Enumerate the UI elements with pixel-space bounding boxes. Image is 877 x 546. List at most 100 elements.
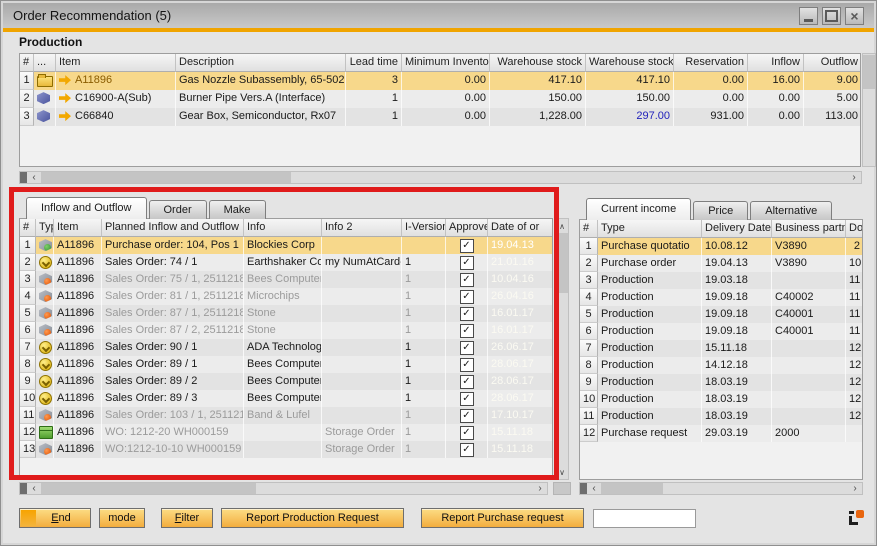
cell-description[interactable]: Gear Box, Semiconductor, Rx07 — [176, 108, 346, 126]
cell-type[interactable]: Production — [598, 289, 702, 306]
item-code[interactable]: C16900-A(Sub) — [75, 92, 151, 104]
cell-item[interactable]: A11896 — [56, 72, 176, 90]
cell-info2[interactable] — [322, 339, 402, 356]
cell-row-number[interactable]: 9 — [20, 373, 36, 390]
tab[interactable]: Inflow and Outflow — [26, 197, 147, 219]
cell-approved[interactable]: ✓ — [446, 305, 488, 322]
cell-approved[interactable]: ✓ — [446, 424, 488, 441]
tab[interactable]: Price — [693, 201, 748, 220]
cell-order-type[interactable] — [36, 305, 54, 322]
cell-info[interactable]: Bees Computers — [244, 390, 322, 407]
cell-approved[interactable]: ✓ — [446, 322, 488, 339]
scrollbar-thumb[interactable] — [601, 483, 663, 494]
cell-row-number[interactable]: 3 — [580, 272, 598, 289]
cell-i-version[interactable]: 1 — [402, 322, 446, 339]
scrollbar-anchor[interactable] — [580, 483, 587, 494]
cell-delivery-date[interactable]: 18.03.19 — [702, 374, 772, 391]
column-header-num[interactable]: # — [580, 220, 598, 238]
cell-row-number[interactable]: 5 — [20, 305, 36, 322]
cell-item[interactable]: A11896 — [54, 271, 102, 288]
cell-row-number[interactable]: 9 — [580, 374, 598, 391]
tab[interactable]: Order — [149, 200, 207, 219]
cell-info[interactable]: Bees Computers — [244, 271, 322, 288]
cell-delivery-date[interactable]: 19.09.18 — [702, 306, 772, 323]
cell-document[interactable]: 12 — [846, 391, 863, 408]
cell-row-number[interactable]: 1 — [20, 237, 36, 254]
production-table-row[interactable]: 2 C16900-A(Sub) Burner Pipe Vers.A (Inte… — [20, 90, 860, 108]
cell-reservation[interactable]: 931.00 — [674, 108, 748, 126]
column-header-outflow[interactable]: Outflow — [804, 54, 861, 72]
cell-row-number[interactable]: 13 — [20, 441, 36, 458]
current-income-row[interactable]: 9 Production 18.03.19 12 — [580, 374, 862, 391]
cell-delivery-date[interactable]: 10.08.12 — [702, 238, 772, 255]
cell-row-number[interactable]: 4 — [20, 288, 36, 305]
cell-item[interactable]: C16900-A(Sub) — [56, 90, 176, 108]
cell-date-of-order[interactable]: 26.06.17 — [488, 339, 553, 356]
current-income-row[interactable]: 11 Production 18.03.19 12 — [580, 408, 862, 425]
cell-planned-inflow-outflow[interactable]: Sales Order: 87 / 2, 2511218 — [102, 322, 244, 339]
cell-lead-time[interactable]: 1 — [346, 108, 402, 126]
cell-type[interactable]: Purchase quotatio — [598, 238, 702, 255]
approved-checkbox[interactable]: ✓ — [460, 273, 474, 287]
report-purchase-request-button[interactable]: Report Purchase request — [421, 508, 584, 528]
cell-row-number[interactable]: 6 — [20, 322, 36, 339]
scrollbar-thumb[interactable] — [863, 55, 875, 89]
cell-row-number[interactable]: 2 — [20, 90, 34, 108]
cell-delivery-date[interactable]: 18.03.19 — [702, 408, 772, 425]
cell-row-number[interactable]: 2 — [20, 254, 36, 271]
scroll-right-icon[interactable]: › — [847, 172, 861, 183]
cell-date-of-order[interactable]: 19.04.13 — [488, 237, 553, 254]
cell-approved[interactable]: ✓ — [446, 254, 488, 271]
cell-i-version[interactable]: 1 — [402, 339, 446, 356]
cell-order-type[interactable] — [36, 441, 54, 458]
cell-type[interactable]: Production — [598, 391, 702, 408]
cell-minimum-inventory[interactable]: 0.00 — [402, 108, 490, 126]
scrollbar-track[interactable] — [256, 483, 533, 494]
cell-type[interactable]: Production — [598, 357, 702, 374]
cell-approved[interactable]: ✓ — [446, 407, 488, 424]
cell-row-number[interactable]: 5 — [580, 306, 598, 323]
cell-business-partner[interactable] — [772, 391, 846, 408]
cell-document[interactable] — [846, 425, 863, 442]
column-header-type[interactable]: ... — [34, 54, 56, 72]
column-header-document[interactable]: Do — [846, 220, 863, 238]
cell-row-number[interactable]: 6 — [580, 323, 598, 340]
cell-document[interactable]: 11 — [846, 323, 863, 340]
cell-info2[interactable] — [322, 373, 402, 390]
cell-i-version[interactable]: 1 — [402, 424, 446, 441]
cell-row-number[interactable]: 3 — [20, 271, 36, 288]
cell-info2[interactable] — [322, 322, 402, 339]
scrollbar-anchor[interactable] — [20, 483, 27, 494]
inflow-outflow-row[interactable]: 1 A11896 Purchase order: 104, Pos 1 Bloc… — [20, 237, 552, 254]
cell-info[interactable]: ADA Technologi — [244, 339, 322, 356]
cell-minimum-inventory[interactable]: 0.00 — [402, 90, 490, 108]
column-header-warehouse-stock-2[interactable]: Warehouse stock — [586, 54, 674, 72]
warehouse-stock-value[interactable]: 297.00 — [636, 110, 670, 122]
cell-type[interactable]: Production — [598, 408, 702, 425]
inflow-outflow-horizontal-scrollbar[interactable]: ‹ › — [19, 482, 548, 495]
approved-checkbox[interactable]: ✓ — [460, 290, 474, 304]
cell-i-version[interactable]: 1 — [402, 288, 446, 305]
cell-lead-time[interactable]: 3 — [346, 72, 402, 90]
cell-i-version[interactable]: 1 — [402, 356, 446, 373]
inflow-outflow-vertical-scrollbar[interactable]: ∧ ∨ — [555, 218, 569, 480]
cell-business-partner[interactable] — [772, 374, 846, 391]
cell-date-of-order[interactable]: 15.11.18 — [488, 441, 553, 458]
approved-checkbox[interactable]: ✓ — [460, 409, 474, 423]
tab[interactable]: Current income — [586, 198, 691, 220]
cell-item-type[interactable] — [34, 90, 56, 108]
cell-business-partner[interactable]: C40002 — [772, 289, 846, 306]
cell-business-partner[interactable]: 2000 — [772, 425, 846, 442]
inflow-outflow-row[interactable]: 2 A11896 Sales Order: 74 / 1 Earthshaker… — [20, 254, 552, 271]
cell-approved[interactable]: ✓ — [446, 390, 488, 407]
cell-inflow[interactable]: 0.00 — [748, 90, 804, 108]
link-arrow-icon[interactable] — [59, 93, 71, 103]
report-production-request-button[interactable]: Report Production Request — [221, 508, 404, 528]
column-header-num[interactable]: # — [20, 54, 34, 72]
approved-checkbox[interactable]: ✓ — [460, 324, 474, 338]
cell-document[interactable]: 2 — [846, 238, 863, 255]
cell-item[interactable]: A11896 — [54, 254, 102, 271]
cell-type[interactable]: Production — [598, 374, 702, 391]
cell-planned-inflow-outflow[interactable]: WO: 1212-20 WH000159 — [102, 424, 244, 441]
current-income-row[interactable]: 8 Production 14.12.18 12 — [580, 357, 862, 374]
